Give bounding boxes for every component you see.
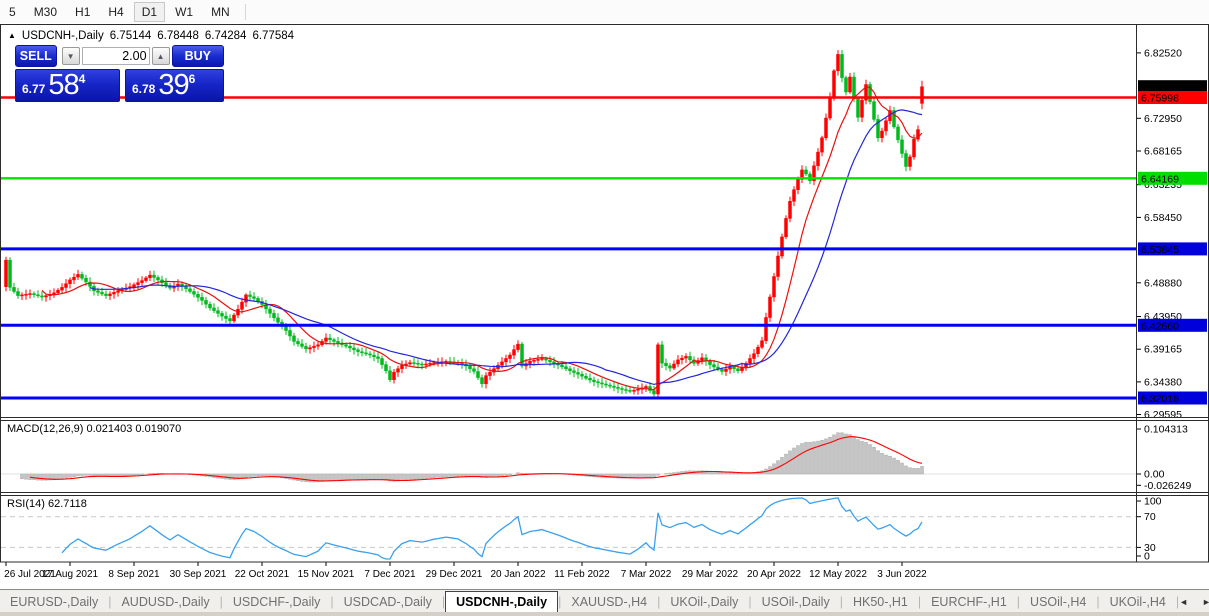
moving-averages [42, 87, 922, 390]
timeframe-button-5[interactable]: 5 [1, 2, 24, 22]
chart-symbol-label: USDCNH-,Daily [22, 30, 104, 42]
one-click-trading-panel: SELL ▼ ▲ BUY 6.77 58 4 6.78 39 6 [15, 45, 224, 102]
ohlc-close: 6.77584 [252, 30, 294, 42]
tabs-scroll-left-icon[interactable]: ◄ [1179, 597, 1188, 607]
svg-text:6.58450: 6.58450 [1144, 212, 1182, 224]
buy-price-prefix: 6.78 [132, 82, 155, 96]
timeframe-button-mn[interactable]: MN [203, 2, 238, 22]
date-axis[interactable]: 26 Jul 202117 Aug 20218 Sep 202130 Sep 2… [4, 563, 927, 581]
svg-text:6.29595: 6.29595 [1144, 409, 1182, 421]
svg-text:29 Mar 2022: 29 Mar 2022 [682, 569, 739, 580]
candlesticks [5, 50, 924, 398]
svg-text:8 Sep 2021: 8 Sep 2021 [108, 569, 160, 580]
svg-text:0: 0 [1144, 551, 1150, 563]
svg-text:6.48880: 6.48880 [1144, 277, 1182, 289]
pane-borders [1, 25, 1209, 563]
buy-price-pip-digit: 6 [189, 72, 196, 86]
svg-text:6.42660: 6.42660 [1141, 320, 1179, 332]
chart-title: ▲ USDCNH-,Daily 6.75144 6.78448 6.74284 … [8, 30, 294, 42]
svg-text:6.53845: 6.53845 [1141, 244, 1179, 256]
status-strip [0, 612, 1209, 616]
tab-usdchf-daily[interactable]: USDCHF-,Daily [223, 593, 331, 611]
tab-usdcad-daily[interactable]: USDCAD-,Daily [334, 593, 442, 611]
svg-text:29 Dec 2021: 29 Dec 2021 [426, 569, 483, 580]
volume-stepper: ▼ ▲ [60, 45, 172, 67]
svg-text:0.104313: 0.104313 [1144, 424, 1188, 436]
svg-text:6.64169: 6.64169 [1141, 173, 1179, 185]
rsi-pane: 10070300 [1, 496, 1162, 563]
svg-text:15 Nov 2021: 15 Nov 2021 [298, 569, 355, 580]
svg-text:-0.026249: -0.026249 [1144, 480, 1191, 492]
tab-xauusd-h4[interactable]: XAUUSD-,H4 [561, 593, 657, 611]
svg-text:6.34380: 6.34380 [1144, 376, 1182, 388]
sell-price-pip-digit: 4 [79, 72, 86, 86]
svg-text:6.75998: 6.75998 [1141, 93, 1179, 105]
collapse-icon[interactable]: ▲ [8, 32, 16, 40]
timeframe-toolbar: 5M30H1H4D1W1MN [0, 0, 1209, 24]
tab-eurchf-h1[interactable]: EURCHF-,H1 [921, 593, 1017, 611]
price-axis-badges: 6.775846.759986.641696.538456.426606.320… [1138, 80, 1207, 405]
symbol-tab-bar: EURUSD-,Daily|AUDUSD-,Daily|USDCHF-,Dail… [0, 589, 1209, 613]
svg-text:0.00: 0.00 [1144, 469, 1165, 481]
svg-text:70: 70 [1144, 511, 1156, 523]
svg-text:3 Jun 2022: 3 Jun 2022 [877, 569, 927, 580]
timeframe-button-w1[interactable]: W1 [167, 2, 201, 22]
timeframe-button-d1[interactable]: D1 [134, 2, 165, 22]
chart-canvas[interactable]: 0.1043130.00-0.026249 10070300 6.825206.… [0, 23, 1209, 589]
svg-text:11 Feb 2022: 11 Feb 2022 [554, 569, 610, 580]
tab-usoil-daily[interactable]: USOil-,Daily [752, 593, 840, 611]
svg-text:6.68165: 6.68165 [1144, 146, 1182, 158]
svg-text:MACD(12,26,9) 0.021403 0.01907: MACD(12,26,9) 0.021403 0.019070 [7, 423, 181, 435]
svg-text:6.82520: 6.82520 [1144, 47, 1182, 59]
tab-hk50-h1[interactable]: HK50-,H1 [843, 593, 918, 611]
toolbar-separator [245, 4, 246, 20]
buy-price-big-digits: 39 [158, 71, 188, 100]
sell-button[interactable]: SELL [15, 45, 57, 67]
svg-text:17 Aug 2021: 17 Aug 2021 [42, 569, 99, 580]
mt4-window: 5M30H1H4D1W1MN 0.104313 0.00-0.026249 100… [0, 0, 1209, 616]
tab-usoil-h4[interactable]: USOil-,H4 [1020, 593, 1096, 611]
chart-window: 0.1043130.00-0.026249 10070300 6.825206.… [0, 23, 1209, 589]
svg-text:100: 100 [1144, 496, 1162, 508]
tab-ukoil-daily[interactable]: UKOil-,Daily [660, 593, 748, 611]
sell-price-display[interactable]: 6.77 58 4 [15, 69, 120, 102]
volume-decrease-icon[interactable]: ▼ [62, 47, 80, 65]
svg-text:22 Oct 2021: 22 Oct 2021 [235, 569, 290, 580]
svg-text:6.72950: 6.72950 [1144, 113, 1182, 125]
svg-text:RSI(14) 62.7118: RSI(14) 62.7118 [7, 498, 87, 510]
svg-text:20 Apr 2022: 20 Apr 2022 [747, 569, 801, 580]
ohlc-open: 6.75144 [110, 30, 152, 42]
ohlc-high: 6.78448 [157, 30, 199, 42]
ohlc-low: 6.74284 [205, 30, 247, 42]
svg-text:6.32018: 6.32018 [1141, 393, 1179, 405]
svg-text:6.39165: 6.39165 [1144, 344, 1182, 356]
tabs-scroll-right-icon[interactable]: ► [1202, 597, 1209, 607]
sell-price-prefix: 6.77 [22, 82, 45, 96]
volume-increase-icon[interactable]: ▲ [152, 47, 170, 65]
svg-text:7 Dec 2021: 7 Dec 2021 [364, 569, 416, 580]
sell-price-big-digits: 58 [48, 71, 78, 100]
svg-text:7 Mar 2022: 7 Mar 2022 [621, 569, 672, 580]
tab-audusd-daily[interactable]: AUDUSD-,Daily [111, 593, 219, 611]
buy-price-display[interactable]: 6.78 39 6 [125, 69, 224, 102]
timeframe-button-h4[interactable]: H4 [100, 2, 131, 22]
indicator-labels: MACD(12,26,9) 0.021403 0.019070 RSI(14) 6… [7, 423, 181, 510]
horizontal-price-lines[interactable] [1, 98, 1136, 399]
volume-input[interactable] [82, 47, 150, 65]
svg-text:12 May 2022: 12 May 2022 [809, 569, 867, 580]
tab-ukoil-h4[interactable]: UKOil-,H4 [1100, 593, 1176, 611]
tab-eurusd-daily[interactable]: EURUSD-,Daily [0, 593, 108, 611]
tab-usdcnh-daily[interactable]: USDCNH-,Daily [445, 591, 558, 613]
buy-button[interactable]: BUY [172, 45, 224, 67]
svg-text:20 Jan 2022: 20 Jan 2022 [490, 569, 545, 580]
svg-text:30 Sep 2021: 30 Sep 2021 [170, 569, 227, 580]
timeframe-button-h1[interactable]: H1 [67, 2, 98, 22]
timeframe-button-m30[interactable]: M30 [26, 2, 65, 22]
